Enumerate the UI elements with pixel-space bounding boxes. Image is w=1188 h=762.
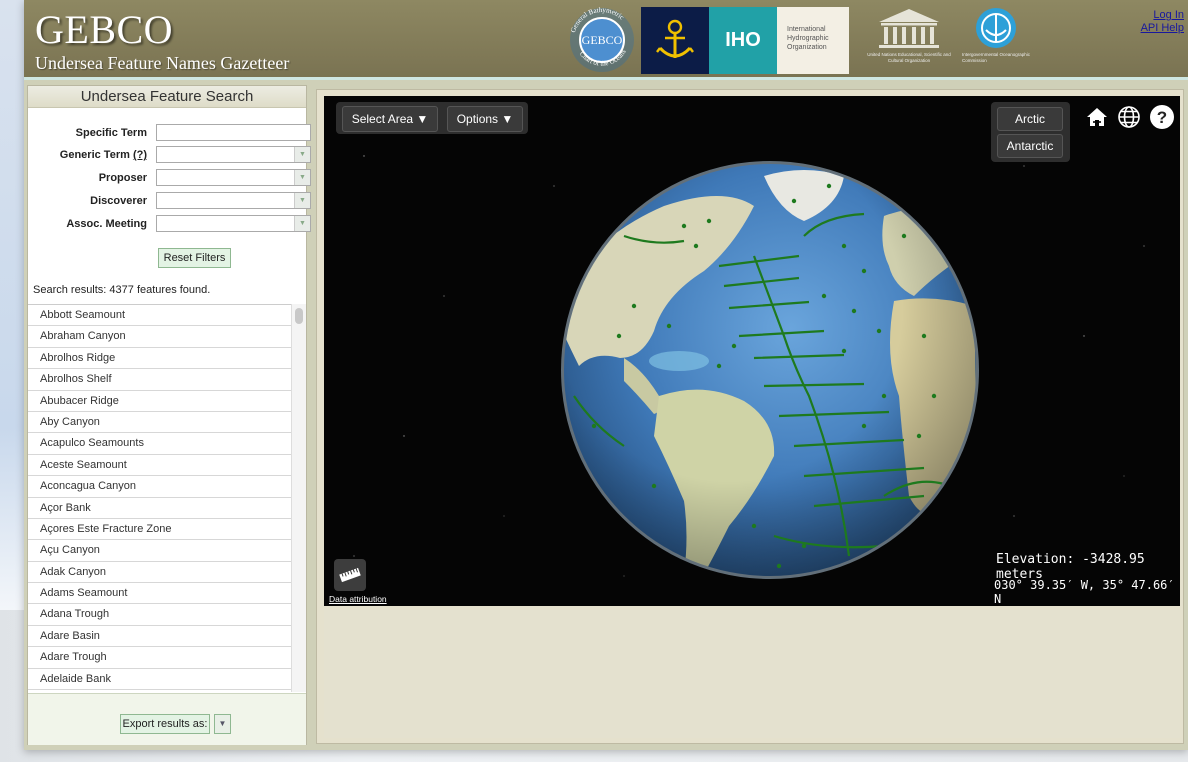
map-panel: Select Area ▼ Options ▼ Arctic Antarctic… <box>316 89 1184 744</box>
list-item[interactable]: Abrolhos Ridge <box>28 347 291 370</box>
chevron-down-icon[interactable]: ▼ <box>294 216 310 231</box>
desktop-edge <box>0 0 24 610</box>
list-item[interactable]: Adana Trough <box>28 604 291 626</box>
list-item[interactable]: Acapulco Seamounts <box>28 433 291 455</box>
list-item[interactable]: Açu Canyon <box>28 540 291 562</box>
proposer-row: Proposer ▼ <box>28 169 311 187</box>
list-item[interactable]: Açores Este Fracture Zone <box>28 518 291 541</box>
ruler-icon[interactable] <box>334 559 366 591</box>
list-item[interactable]: Adare Trough <box>28 647 291 669</box>
generic-term-help-link[interactable]: (?) <box>133 149 147 161</box>
search-panel-title: Undersea Feature Search <box>28 86 306 108</box>
chevron-down-icon[interactable]: ▼ <box>294 170 310 185</box>
chevron-down-icon[interactable]: ▼ <box>294 147 310 162</box>
export-format-dropdown[interactable]: ▼ <box>214 714 231 734</box>
help-icon[interactable]: ? <box>1149 104 1175 130</box>
search-panel: Undersea Feature Search Specific Term Ge… <box>27 85 311 745</box>
api-help-link[interactable]: API Help <box>1141 22 1184 35</box>
arctic-button[interactable]: Arctic <box>997 107 1063 131</box>
assoc-meeting-row: Assoc. Meeting ▼ <box>28 215 311 233</box>
discoverer-label: Discoverer <box>90 195 147 207</box>
generic-term-label: Generic Term (?) <box>28 146 147 164</box>
globe-shading <box>564 164 976 576</box>
options-button[interactable]: Options ▼ <box>447 106 523 132</box>
discoverer-select[interactable]: ▼ <box>156 192 311 209</box>
ioc-logo[interactable]: Intergovernmental Oceanographic Commissi… <box>960 6 1042 76</box>
globe-viewer[interactable]: Select Area ▼ Options ▼ Arctic Antarctic… <box>324 96 1180 606</box>
generic-term-label-text: Generic Term <box>59 149 130 161</box>
list-item[interactable]: Aconcagua Canyon <box>28 476 291 498</box>
iho-anchor-logo[interactable] <box>641 7 709 74</box>
gebco-logo[interactable]: General Bathymetric Chart of the Oceans … <box>562 6 642 74</box>
list-item[interactable]: Aby Canyon <box>28 411 291 434</box>
site-header: GEBCO Undersea Feature Names Gazetteer G… <box>24 0 1188 80</box>
select-area-button[interactable]: Select Area ▼ <box>342 106 438 132</box>
list-item[interactable]: Abubacer Ridge <box>28 390 291 412</box>
login-link[interactable]: Log In <box>1141 9 1184 22</box>
globe-canvas[interactable] <box>324 96 1180 606</box>
results-count: Search results: 4377 features found. <box>33 284 211 296</box>
results-list: Abbott Seamount Abraham Canyon Abrolhos Ri… <box>28 304 291 692</box>
site-subtitle: Undersea Feature Names Gazetteer <box>35 53 290 73</box>
list-item[interactable]: Adak Canyon <box>28 561 291 584</box>
reset-filters-button[interactable]: Reset Filters <box>158 248 231 268</box>
list-item[interactable]: Aceste Seamount <box>28 454 291 477</box>
assoc-meeting-label: Assoc. Meeting <box>66 218 147 230</box>
list-item[interactable]: Abrolhos Shelf <box>28 369 291 391</box>
unesco-logo[interactable]: United Nations Educational, Scientific a… <box>859 6 959 76</box>
list-item[interactable]: Adams Seamount <box>28 583 291 605</box>
generic-term-select[interactable]: ▼ <box>156 146 311 163</box>
feature-details-panel <box>324 610 1180 738</box>
temple-icon <box>879 9 939 48</box>
export-results-button[interactable]: Export results as: <box>120 714 210 734</box>
export-bar: Export results as: ▼ <box>28 693 306 745</box>
scrollbar-thumb[interactable] <box>295 308 303 324</box>
iho-logo[interactable]: IHO <box>709 7 777 74</box>
specific-term-row: Specific Term <box>28 124 311 142</box>
results-scrollbar[interactable] <box>291 304 306 692</box>
proposer-select[interactable]: ▼ <box>156 169 311 186</box>
globe-icon[interactable] <box>1116 104 1142 130</box>
antarctic-button[interactable]: Antarctic <box>997 134 1063 158</box>
gebco-logo-center: GEBCO <box>582 33 623 47</box>
unesco-text: United Nations Educational, Scientific a… <box>867 52 951 63</box>
iho-organization-name: International Hydrographic Organization <box>777 7 849 74</box>
iho-name-line: Organization <box>787 44 827 51</box>
ioc-text: Intergovernmental Oceanographic Commissi… <box>962 52 1031 63</box>
account-links: Log In API Help <box>1141 9 1184 35</box>
site-title[interactable]: GEBCO <box>35 6 173 53</box>
specific-term-input[interactable] <box>156 124 311 141</box>
proposer-label: Proposer <box>98 172 147 184</box>
home-icon[interactable] <box>1084 104 1110 130</box>
coordinate-readout: 030° 39.35′ W, 35° 47.66′ N <box>994 578 1175 606</box>
specific-term-label: Specific Term <box>75 127 147 139</box>
iho-name-line: International <box>787 26 826 33</box>
list-item[interactable]: Adare Basin <box>28 625 291 648</box>
anchor-icon <box>656 19 694 58</box>
assoc-meeting-select[interactable]: ▼ <box>156 215 311 232</box>
discoverer-row: Discoverer ▼ <box>28 192 311 210</box>
list-item[interactable]: Açor Bank <box>28 497 291 519</box>
list-item[interactable]: Adelaide Bank <box>28 668 291 691</box>
chevron-down-icon: ▼ <box>218 719 227 728</box>
app-window: GEBCO Undersea Feature Names Gazetteer G… <box>24 0 1188 750</box>
list-item[interactable]: Abbott Seamount <box>28 305 291 327</box>
generic-term-row: Generic Term (?) ▼ <box>28 146 311 164</box>
iho-name-line: Hydrographic <box>787 35 829 42</box>
svg-text:?: ? <box>1157 108 1167 127</box>
chevron-down-icon[interactable]: ▼ <box>294 193 310 208</box>
data-attribution-link[interactable]: Data attribution <box>329 594 387 604</box>
ioc-emblem-icon <box>976 8 1016 48</box>
search-form: Specific Term Generic Term (?) ▼ Propose… <box>28 108 311 278</box>
list-item[interactable]: Abraham Canyon <box>28 326 291 348</box>
